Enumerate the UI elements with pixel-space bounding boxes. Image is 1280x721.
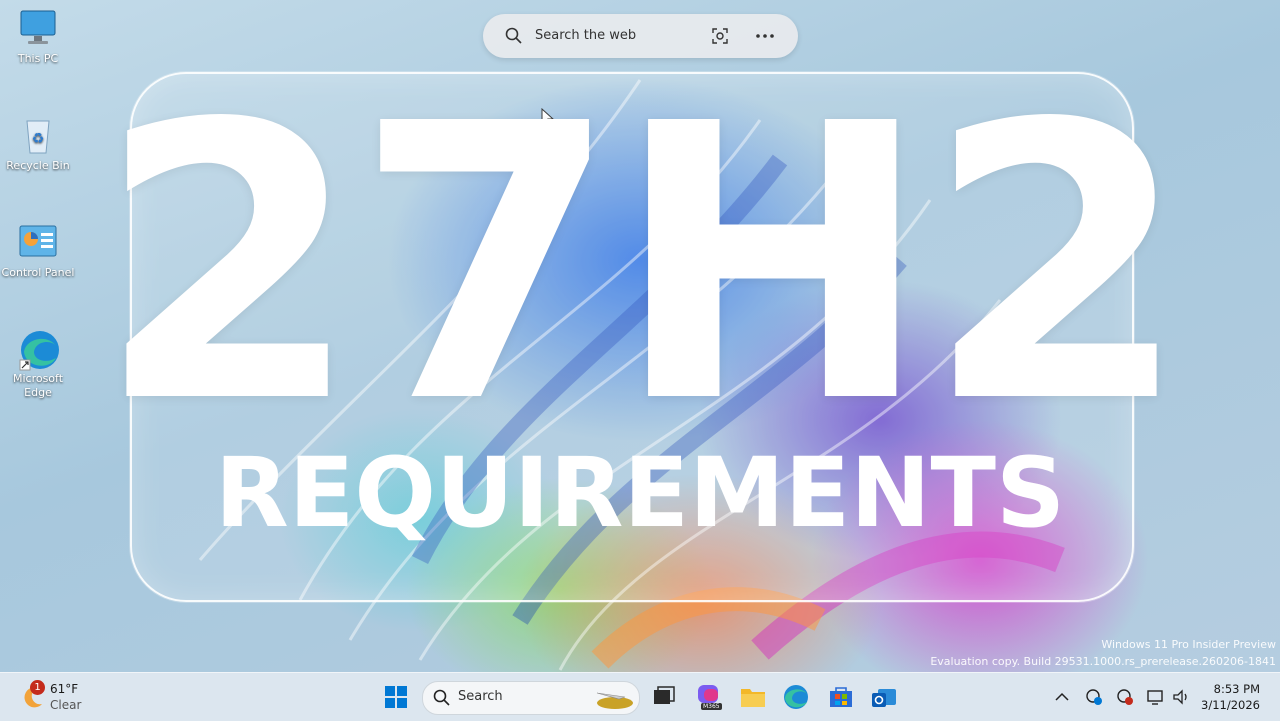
thumbnail-headline: 27H2 — [96, 43, 1189, 486]
m365-label: M365 — [701, 703, 722, 710]
system-clock[interactable]: 8:53 PM 3/11/2026 — [1201, 681, 1260, 713]
taskbar-search-box[interactable]: Search — [422, 681, 640, 715]
taskbar-search-label: Search — [458, 689, 503, 704]
edge-browser-icon[interactable] — [780, 681, 812, 713]
desktop-icon-label: This PC — [17, 52, 59, 65]
file-explorer-icon[interactable] — [737, 681, 769, 713]
volume-icon[interactable] — [1171, 687, 1191, 707]
desktop-icon-this-pc[interactable]: This PC — [1, 8, 75, 66]
weather-notification-badge: 1 — [30, 680, 45, 695]
show-hidden-icons-chevron-icon[interactable] — [1052, 687, 1072, 707]
microsoft-store-icon[interactable] — [825, 681, 857, 713]
clock-date: 3/11/2026 — [1201, 698, 1260, 712]
security-shield-icon[interactable] — [1115, 687, 1135, 707]
task-view-icon[interactable] — [647, 681, 679, 713]
search-highlight-icon — [596, 692, 633, 709]
clock-time: 8:53 PM — [1213, 682, 1260, 696]
thumbnail-subline: REQUIREMENTS — [214, 437, 1066, 549]
weather-condition: Clear — [50, 698, 82, 712]
build-watermark-build: Evaluation copy. Build 29531.1000.rs_pre… — [930, 655, 1276, 668]
build-watermark-edition: Windows 11 Pro Insider Preview — [1101, 638, 1276, 651]
taskbar: 1 61°F Clear Search M365 8:53 PM 3/11/20… — [0, 672, 1280, 721]
m365-copilot-button[interactable]: M365 — [692, 681, 724, 713]
onedrive-sync-icon[interactable] — [1084, 687, 1104, 707]
network-icon[interactable] — [1146, 687, 1166, 707]
web-search-placeholder: Search the web — [535, 28, 637, 43]
outlook-icon[interactable] — [868, 681, 900, 713]
monitor-icon — [20, 10, 56, 44]
start-button-windows-icon[interactable] — [380, 681, 412, 713]
search-icon — [433, 689, 450, 706]
weather-temperature: 61°F — [50, 682, 79, 696]
desktop-wallpaper: This PC ♻ Recycle Bin Control Panel Micr… — [0, 0, 1280, 672]
